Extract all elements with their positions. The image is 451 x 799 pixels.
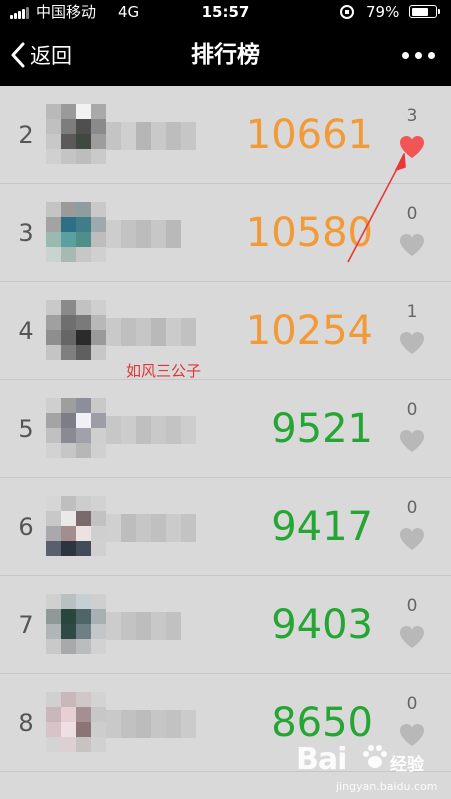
ranking-row: 6 9417 0 xyxy=(0,478,451,576)
score: 10661 xyxy=(245,112,373,158)
rank-number: 4 xyxy=(18,317,34,345)
score: 10580 xyxy=(245,210,373,256)
rank-number: 3 xyxy=(18,219,34,247)
baidu-url: jingyan.baidu.com xyxy=(336,780,438,793)
more-button[interactable] xyxy=(398,46,438,64)
like-count: 1 xyxy=(406,302,418,322)
like-count: 0 xyxy=(406,694,418,714)
ranking-row: 5 9521 0 xyxy=(0,380,451,478)
like-button[interactable] xyxy=(398,232,426,258)
avatar xyxy=(46,398,106,458)
page-title: 排行榜 xyxy=(191,42,260,68)
heart-icon xyxy=(400,136,424,158)
top-bar: 中国移动 4G 15:57 79% 返回 排行榜 xyxy=(0,0,451,86)
orientation-lock-icon xyxy=(340,5,354,19)
rank-number: 5 xyxy=(18,415,34,443)
score: 9521 xyxy=(271,406,373,452)
heart-icon xyxy=(400,528,424,550)
baidu-logo: Bai xyxy=(296,742,347,777)
rank-number: 7 xyxy=(18,611,34,639)
avatar xyxy=(46,202,106,262)
rank-number: 8 xyxy=(18,709,34,737)
ranking-list: 2 10661 3 3 10580 0 4 10254 1 5 9521 0 6 9417 0 7 9403 0 8… xyxy=(0,86,451,772)
like-count: 0 xyxy=(406,498,418,518)
like-button[interactable] xyxy=(398,428,426,454)
heart-icon xyxy=(400,332,424,354)
avatar xyxy=(46,300,106,360)
baidu-jingyan-text: 经验 xyxy=(390,755,424,775)
ranking-row: 4 10254 1 xyxy=(0,282,451,380)
nickname-blurred xyxy=(106,710,196,738)
like-count: 3 xyxy=(406,106,418,126)
nickname-blurred xyxy=(106,318,196,346)
avatar xyxy=(46,594,106,654)
nickname-blurred xyxy=(106,416,196,444)
rank-number: 2 xyxy=(18,121,34,149)
nav-bar: 返回 排行榜 xyxy=(0,24,451,86)
heart-icon xyxy=(400,234,424,256)
ranking-row: 7 9403 0 xyxy=(0,576,451,674)
battery-icon xyxy=(409,5,440,18)
ranking-row: 2 10661 3 xyxy=(0,86,451,184)
heart-icon xyxy=(400,430,424,452)
like-button[interactable] xyxy=(398,134,426,160)
like-button[interactable] xyxy=(398,330,426,356)
score: 9417 xyxy=(271,504,373,550)
annotation-text: 如风三公子 xyxy=(126,362,202,380)
nickname-blurred xyxy=(106,514,196,542)
rank-number: 6 xyxy=(18,513,34,541)
battery-percent: 79% xyxy=(366,3,400,21)
paw-icon xyxy=(363,745,387,768)
like-count: 0 xyxy=(406,596,418,616)
like-count: 0 xyxy=(406,400,418,420)
avatar xyxy=(46,692,106,752)
score: 9403 xyxy=(271,602,373,648)
avatar xyxy=(46,496,106,556)
ranking-row: 3 10580 0 xyxy=(0,184,451,282)
heart-icon xyxy=(400,626,424,648)
baidu-watermark: Bai 经验 jingyan.baidu.com xyxy=(296,740,446,796)
nickname-blurred xyxy=(106,612,181,640)
nickname-blurred xyxy=(106,122,196,150)
like-button[interactable] xyxy=(398,526,426,552)
score: 10254 xyxy=(245,308,373,354)
like-button[interactable] xyxy=(398,624,426,650)
like-count: 0 xyxy=(406,204,418,224)
status-bar: 中国移动 4G 15:57 79% xyxy=(0,0,451,24)
avatar xyxy=(46,104,106,164)
nickname-blurred xyxy=(106,220,181,248)
